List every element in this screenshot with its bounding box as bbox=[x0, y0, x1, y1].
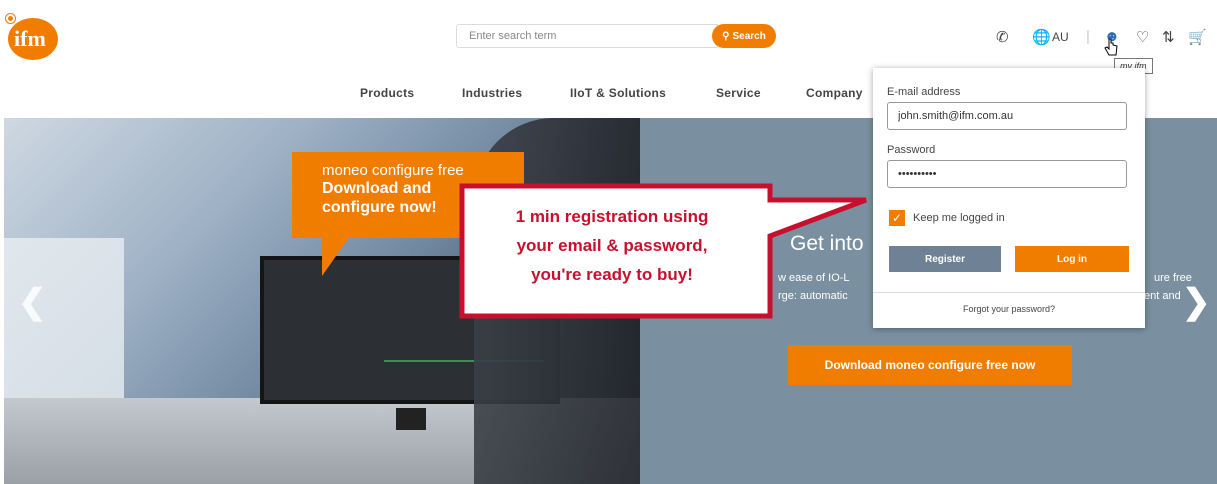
promo-bubble-tail bbox=[322, 236, 350, 276]
hand-cursor-icon bbox=[1104, 38, 1118, 56]
promo-line-1: moneo configure free bbox=[322, 162, 464, 179]
callout-text: 1 min registration using your email & pa… bbox=[462, 202, 762, 289]
login-divider bbox=[873, 292, 1145, 293]
search-icon: ⚲ bbox=[722, 30, 730, 42]
header-divider: | bbox=[1086, 28, 1090, 45]
logo-dot bbox=[6, 14, 15, 23]
nav-item-products[interactable]: Products bbox=[360, 86, 414, 100]
keep-logged-in-checkbox[interactable]: ✓ bbox=[889, 210, 905, 226]
callout-line-3: you're ready to buy! bbox=[531, 265, 693, 284]
hero-text-3: ure free bbox=[1154, 272, 1192, 284]
carousel-prev-icon[interactable]: ❮ bbox=[18, 282, 47, 322]
compare-icon[interactable]: ⇅ bbox=[1162, 28, 1175, 46]
password-field[interactable] bbox=[887, 160, 1127, 188]
login-button[interactable]: Log in bbox=[1015, 246, 1129, 272]
logo-text: ifm bbox=[14, 26, 46, 51]
callout-line-1: 1 min registration using bbox=[515, 207, 709, 226]
search-bar: ⚲ Search bbox=[456, 24, 776, 48]
email-field[interactable] bbox=[887, 102, 1127, 130]
search-input[interactable] bbox=[456, 24, 718, 48]
cart-icon[interactable]: 🛒 bbox=[1188, 28, 1207, 46]
search-button-label: Search bbox=[732, 30, 766, 42]
download-button[interactable]: Download moneo configure free now bbox=[788, 345, 1072, 385]
heart-icon[interactable]: ♡ bbox=[1136, 28, 1149, 46]
hero-text-4: ent and bbox=[1144, 290, 1181, 302]
phone-icon[interactable]: ✆ bbox=[996, 28, 1009, 46]
login-dropdown: E-mail address Password ✓ Keep me logged… bbox=[873, 68, 1145, 328]
ifm-logo[interactable]: ifm bbox=[6, 14, 62, 62]
carousel-next-icon[interactable]: ❯ bbox=[1182, 282, 1211, 322]
forgot-password-link[interactable]: Forgot your password? bbox=[873, 304, 1145, 314]
callout-line-2: your email & password, bbox=[516, 236, 708, 255]
monitor-stand bbox=[396, 408, 426, 430]
search-button[interactable]: ⚲ Search bbox=[712, 24, 776, 48]
nav-item-iiot-solutions[interactable]: IIoT & Solutions bbox=[570, 86, 666, 100]
keep-logged-in-label: Keep me logged in bbox=[913, 212, 1005, 224]
password-label: Password bbox=[887, 144, 936, 156]
region-label[interactable]: AU bbox=[1052, 30, 1069, 44]
nav-item-company[interactable]: Company bbox=[806, 86, 863, 100]
register-button[interactable]: Register bbox=[889, 246, 1001, 272]
email-label: E-mail address bbox=[887, 86, 961, 98]
nav-item-service[interactable]: Service bbox=[716, 86, 761, 100]
nav-item-industries[interactable]: Industries bbox=[462, 86, 522, 100]
globe-icon[interactable]: 🌐 bbox=[1032, 28, 1051, 46]
